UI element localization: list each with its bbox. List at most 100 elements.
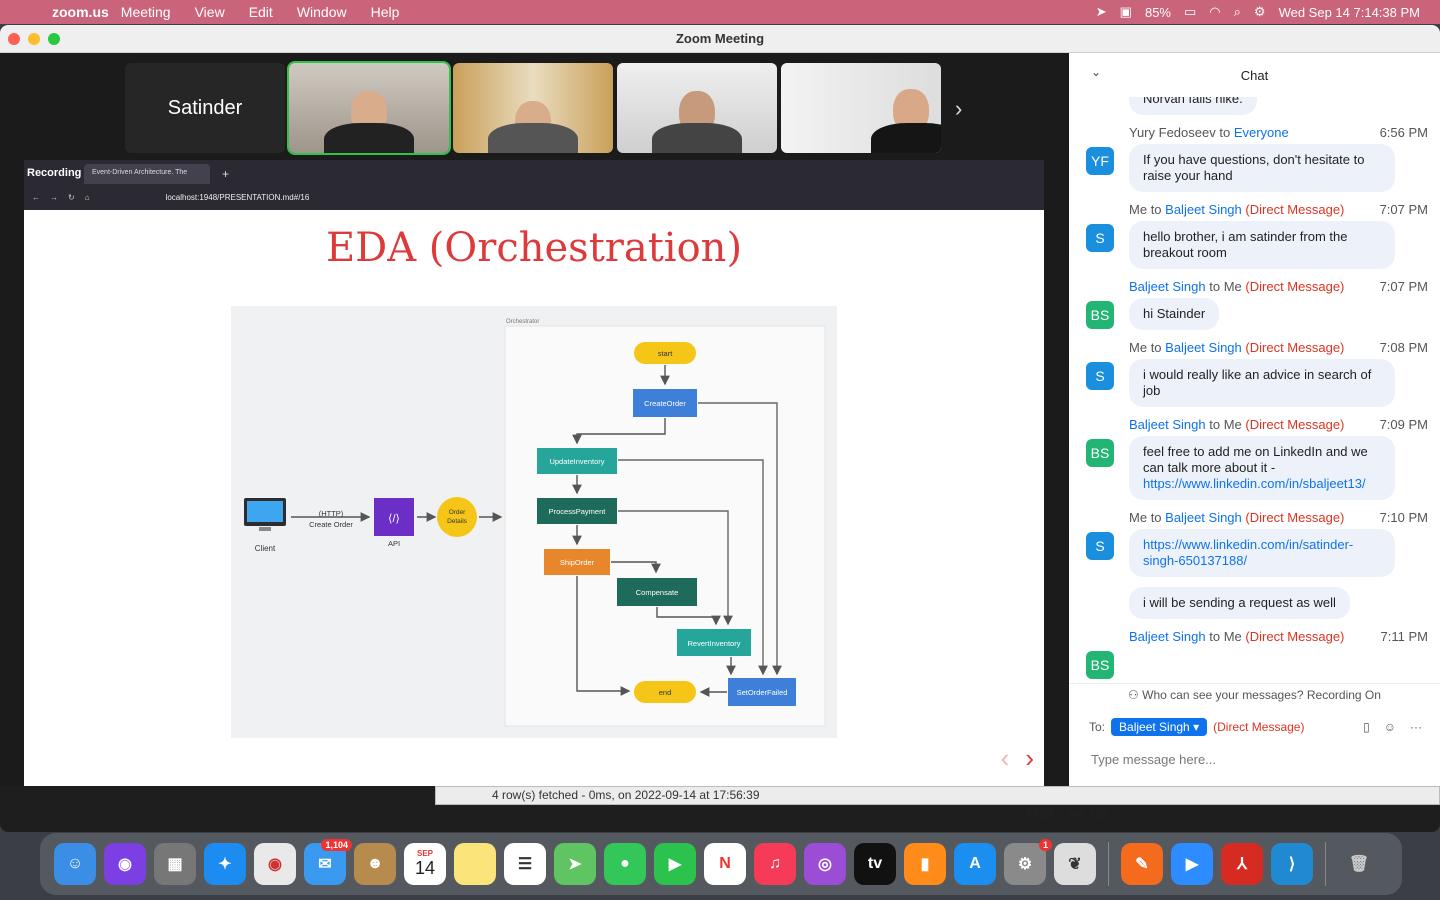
query-status: 4 row(s) fetched - 0ms, on 2022-09-14 at… [435,786,1440,805]
vscode-icon[interactable]: ⟩ [1271,843,1313,885]
menu-window[interactable]: Window [297,4,347,20]
shared-browser: Event-Driven Architecture. The + ← → ↻ ⌂… [24,160,1044,210]
file-icon[interactable]: ▯ [1363,720,1370,734]
safari-icon[interactable]: ✦ [204,843,246,885]
message-body: feel free to add me on LinkedIn and we c… [1143,444,1368,475]
sender[interactable]: Baljeet Singh [1129,279,1206,294]
calendar-month: SEP [416,849,433,858]
music-icon[interactable]: ♫ [754,843,796,885]
contacts-icon[interactable]: ☻ [354,843,396,885]
search-icon[interactable]: ⌕ [1234,4,1241,20]
launchpad-icon[interactable]: ▦ [154,843,196,885]
to-word: to [1209,629,1221,644]
person-icon: ⚇ [1128,688,1143,702]
participant-video[interactable] [453,63,613,153]
recipient[interactable]: Baljeet Singh [1165,202,1242,217]
start-label: start [658,349,674,358]
dm-tag: (Direct Message) [1213,720,1305,734]
chat-message: Baljeet Singh to Me (Direct Message) 7:09… [1069,417,1440,500]
message-text: hello brother, i am satinder from the br… [1129,221,1395,269]
more-icon[interactable]: ··· [1410,720,1422,734]
message-time: 7:11 PM [1380,629,1428,644]
emoji-icon[interactable]: ☺ [1384,720,1396,734]
dbeaver-icon[interactable]: ❦ [1054,843,1096,885]
battery-icon[interactable]: ▭ [1184,4,1196,20]
recipient: Me [1223,417,1242,432]
zoom-icon[interactable]: ▶ [1171,843,1213,885]
chrome-icon[interactable]: ◉ [254,843,296,885]
chat-message: Norvan fails hike. [1069,97,1440,115]
books-icon[interactable]: ▮ [904,843,946,885]
title-bar: Zoom Meeting [0,25,1440,53]
message-text: i will be sending a request as well [1129,587,1350,619]
calendar-day: 14 [414,858,436,878]
finder-icon[interactable]: ☺ [54,843,96,885]
message-time: 7:07 PM [1379,202,1428,217]
back-icon: ← [32,192,40,202]
reminders-icon[interactable]: ☰ [504,843,546,885]
acrobat-icon[interactable]: ⅄ [1221,843,1263,885]
control-center-icon[interactable]: ⚙ [1254,4,1266,20]
menu-meeting[interactable]: Meeting [121,4,171,20]
sender[interactable]: Baljeet Singh [1129,417,1206,432]
chat-messages[interactable]: Norvan fails hike. Yury Fedoseev to Ever… [1069,97,1440,683]
linkedin-link[interactable]: https://www.linkedin.com/in/satinder-sin… [1143,537,1353,568]
participant-self[interactable]: Satinder [125,63,285,153]
maps-icon[interactable]: ➤ [554,843,596,885]
trash-icon[interactable]: 🗑 [1338,843,1380,885]
calendar-icon[interactable]: SEP 14 [404,843,446,885]
news-icon[interactable]: N [704,843,746,885]
battery-percent[interactable]: 85% [1145,5,1171,20]
participant-strip: Satinder [125,61,941,155]
sender[interactable]: Baljeet Singh [1129,629,1206,644]
facetime-icon[interactable]: ▶ [654,843,696,885]
chat-footer: ⚇ Who can see your messages? Recording O… [1069,683,1440,786]
zoom-status-icon[interactable]: ▣ [1120,4,1132,20]
order-details-node [437,497,477,537]
chat-message: Yury Fedoseev to Everyone 6:56 PM YF If y… [1069,125,1440,192]
menu-help[interactable]: Help [371,4,400,20]
chevron-right-icon[interactable]: › [955,96,962,122]
avatar: S [1086,224,1114,252]
message-time: 7:07 PM [1379,279,1428,294]
dock-separator [1325,842,1326,886]
messages-icon[interactable]: ● [604,843,646,885]
participant-video[interactable] [287,61,451,155]
menu-view[interactable]: View [195,4,225,20]
linkedin-link[interactable]: https://www.linkedin.com/in/sbaljeet13/ [1143,476,1366,491]
timezone: MST [1027,806,1055,821]
pen-app-icon[interactable]: ✎ [1121,843,1163,885]
to-label: To: [1089,720,1106,734]
participant-video[interactable] [617,63,777,153]
notes-icon[interactable] [454,843,496,885]
shiporder-label: ShipOrder [560,558,595,567]
message-time: 7:08 PM [1379,340,1428,355]
podcasts-icon[interactable]: ◎ [804,843,846,885]
wifi-icon[interactable]: ◠ [1209,4,1220,20]
location-icon[interactable]: ➤ [1096,4,1107,20]
recipient[interactable]: Everyone [1234,125,1289,140]
who-can-see[interactable]: ⚇ Who can see your messages? Recording O… [1069,688,1440,702]
menu-edit[interactable]: Edit [249,4,273,20]
mail-icon[interactable]: ✉ 1,104 [304,839,352,885]
reload-icon: ↻ [68,192,75,202]
recipient[interactable]: Baljeet Singh [1165,510,1242,525]
message-input[interactable]: Type message here... [1091,752,1440,767]
participant-name: Satinder [167,96,243,119]
recording-indicator[interactable]: Recording [24,167,81,179]
message-time: 7:09 PM [1379,417,1428,432]
siri-icon[interactable]: ◉ [104,843,146,885]
appletv-icon[interactable]: tv [854,843,896,885]
participant-video[interactable] [781,63,941,153]
menu-app-name[interactable]: zoom.us [52,4,109,20]
chat-message: Me to Baljeet Singh (Direct Message) 7:10… [1069,510,1440,577]
chevron-down-icon[interactable]: ⌄ [1091,65,1101,79]
appstore-icon[interactable]: A [954,843,996,885]
system-preferences-icon[interactable]: ⚙ 1 [1004,839,1052,885]
clock[interactable]: Wed Sep 14 7:14:38 PM [1279,5,1420,20]
message-text: If you have questions, don't hesitate to… [1129,144,1395,192]
to-word: to [1219,125,1231,140]
svg-text:⟨/⟩: ⟨/⟩ [388,513,400,525]
recipient-dropdown[interactable]: Baljeet Singh ▾ [1111,718,1208,736]
recipient[interactable]: Baljeet Singh [1165,340,1242,355]
